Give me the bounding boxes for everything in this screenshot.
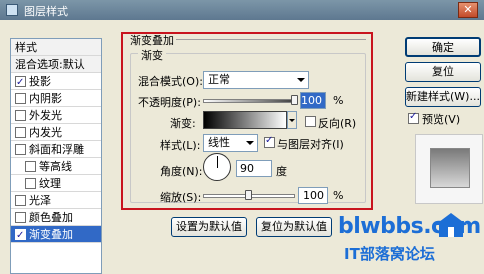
layer-style-dialog: 样式 混合选项:默认 投影内阴影外发光内发光斜面和浮雕等高线纹理光泽颜色叠加渐变…: [0, 20, 484, 274]
window-title: 图层样式: [24, 5, 68, 18]
reset-default-button[interactable]: 复位为默认值: [256, 217, 332, 237]
preview-checkbox[interactable]: [408, 111, 419, 124]
style-list-item[interactable]: 渐变叠加: [11, 226, 101, 244]
title-bar: 图层样式 ✕: [0, 0, 484, 20]
style-list-label: 内发光: [29, 126, 62, 139]
style-list-label: 外发光: [29, 109, 62, 122]
style-checkbox[interactable]: [15, 74, 26, 91]
style-list-label: 内阴影: [29, 92, 62, 105]
blend-options-item[interactable]: 混合选项:默认: [11, 56, 101, 73]
style-checkbox[interactable]: [15, 227, 26, 244]
style-list-item[interactable]: 光泽: [11, 192, 101, 209]
style-list-label: 纹理: [39, 177, 61, 190]
style-checkbox[interactable]: [25, 161, 36, 172]
style-list-label: 颜色叠加: [29, 211, 73, 224]
style-checkbox[interactable]: [15, 127, 26, 138]
style-list-label: 斜面和浮雕: [29, 143, 84, 156]
preview-swatch: [430, 148, 470, 188]
style-checkbox[interactable]: [25, 178, 36, 189]
style-list-item[interactable]: 纹理: [11, 175, 101, 192]
style-list-label: 等高线: [39, 160, 72, 173]
style-list-item[interactable]: 外发光: [11, 107, 101, 124]
style-list-item[interactable]: 斜面和浮雕: [11, 141, 101, 158]
style-list-item[interactable]: 内发光: [11, 124, 101, 141]
style-checkbox[interactable]: [15, 144, 26, 155]
style-list-item[interactable]: 投影: [11, 73, 101, 91]
close-button[interactable]: ✕: [458, 2, 478, 18]
highlight-box: [121, 32, 373, 210]
style-list-label: 渐变叠加: [29, 228, 73, 241]
app-icon: [6, 4, 18, 16]
style-list-header[interactable]: 样式: [11, 39, 101, 56]
style-list-label: 投影: [29, 75, 51, 88]
style-list-item[interactable]: 等高线: [11, 158, 101, 175]
house-icon: [435, 213, 467, 237]
preview-label: 预览(V): [422, 113, 461, 126]
style-checkbox[interactable]: [15, 212, 26, 223]
reset-button[interactable]: 复位: [405, 62, 481, 82]
watermark: blwbbs.com IT部落窝论坛: [336, 212, 481, 268]
style-list-item[interactable]: 内阴影: [11, 90, 101, 107]
style-list-label: 光泽: [29, 194, 51, 207]
ok-button[interactable]: 确定: [405, 37, 481, 57]
style-list-item[interactable]: 颜色叠加: [11, 209, 101, 226]
new-style-button[interactable]: 新建样式(W)...: [405, 87, 481, 107]
style-checkbox[interactable]: [15, 110, 26, 121]
style-checkbox[interactable]: [15, 195, 26, 206]
watermark-forum: IT部落窝论坛: [344, 245, 435, 263]
style-list: 样式 混合选项:默认 投影内阴影外发光内发光斜面和浮雕等高线纹理光泽颜色叠加渐变…: [10, 38, 102, 274]
style-checkbox[interactable]: [15, 93, 26, 104]
set-default-button[interactable]: 设置为默认值: [171, 217, 247, 237]
